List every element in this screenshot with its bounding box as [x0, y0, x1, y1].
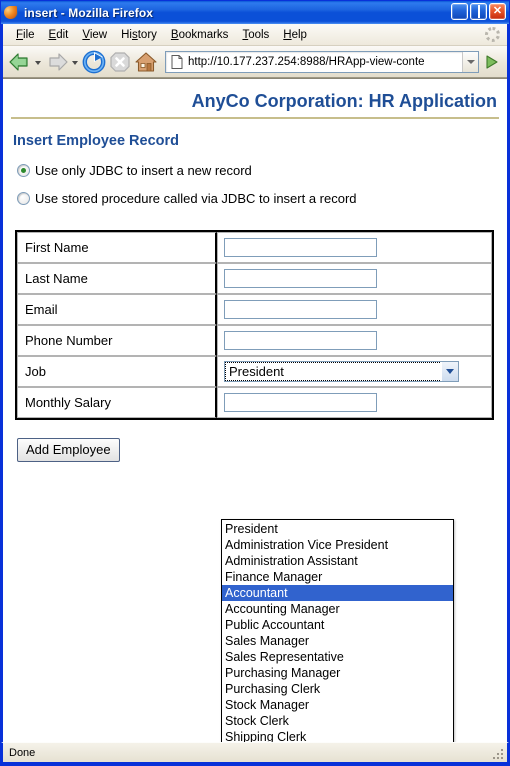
field-label-job: Job: [17, 356, 217, 387]
radio-option-jdbc-only[interactable]: Use only JDBC to insert a new record: [3, 149, 507, 178]
phone-number-input[interactable]: [224, 331, 377, 350]
job-option[interactable]: Administration Vice President: [222, 537, 453, 553]
field-cell-monthly-salary: [217, 387, 492, 418]
job-option[interactable]: Sales Representative: [222, 649, 453, 665]
field-cell-email: [217, 294, 492, 325]
stop-button[interactable]: [107, 49, 133, 75]
minimize-button[interactable]: [451, 3, 468, 20]
add-employee-button[interactable]: Add Employee: [17, 438, 120, 462]
reload-button[interactable]: [81, 49, 107, 75]
field-label-last-name: Last Name: [17, 263, 217, 294]
job-option[interactable]: Stock Manager: [222, 697, 453, 713]
monthly-salary-input[interactable]: [224, 393, 377, 412]
radio-button-stored-procedure[interactable]: [17, 192, 30, 205]
window-bottom-border: [1, 762, 509, 765]
job-option[interactable]: Sales Manager: [222, 633, 453, 649]
radio-label-stored-procedure: Use stored procedure called via JDBC to …: [35, 191, 357, 206]
home-button[interactable]: [133, 49, 159, 75]
browser-chrome: File Edit View History Bookmarks Tools H…: [1, 24, 509, 742]
field-label-monthly-salary: Monthly Salary: [17, 387, 217, 418]
table-row: First Name: [17, 232, 492, 263]
section-title: Insert Employee Record: [13, 133, 179, 149]
field-cell-job: President: [217, 356, 492, 387]
field-cell-last-name: [217, 263, 492, 294]
browser-window: insert - Mozilla Firefox ✕ File Edit Vie…: [0, 0, 510, 766]
job-option[interactable]: Shipping Clerk: [222, 729, 453, 742]
job-option[interactable]: Public Accountant: [222, 617, 453, 633]
web-page: AnyCo Corporation: HR Application Insert…: [3, 79, 507, 742]
field-label-email: Email: [17, 294, 217, 325]
firefox-logo-icon: [4, 5, 20, 21]
menu-bar: File Edit View History Bookmarks Tools H…: [3, 24, 507, 46]
close-button[interactable]: ✕: [489, 3, 506, 20]
back-button[interactable]: [7, 49, 33, 75]
job-select[interactable]: President: [224, 361, 459, 382]
maximize-button[interactable]: [470, 3, 487, 20]
window-title: insert - Mozilla Firefox: [24, 5, 154, 20]
table-row: Email: [17, 294, 492, 325]
page-viewport: AnyCo Corporation: HR Application Insert…: [3, 78, 507, 742]
email-input[interactable]: [224, 300, 377, 319]
menu-history[interactable]: History: [114, 27, 164, 43]
table-row: Job President: [17, 356, 492, 387]
forward-button[interactable]: [44, 49, 70, 75]
address-dropdown-icon[interactable]: [462, 51, 478, 72]
menu-view[interactable]: View: [75, 27, 114, 43]
employee-form-table: First Name Last Name Email Phone Number …: [15, 230, 494, 420]
chevron-down-icon[interactable]: [441, 362, 458, 381]
job-option[interactable]: President: [222, 521, 453, 537]
forward-history-dropdown-icon[interactable]: [70, 50, 81, 74]
page-icon: [169, 54, 185, 70]
title-bar: insert - Mozilla Firefox ✕: [1, 1, 509, 24]
job-option[interactable]: Accounting Manager: [222, 601, 453, 617]
page-title: AnyCo Corporation: HR Application: [191, 91, 497, 111]
go-button[interactable]: [481, 50, 503, 74]
navigation-toolbar: http://10.177.237.254:8988/HRApp-view-co…: [3, 46, 507, 78]
job-option[interactable]: Purchasing Clerk: [222, 681, 453, 697]
window-controls: ✕: [451, 3, 506, 20]
job-select-dropdown[interactable]: President Administration Vice President Ad…: [221, 519, 454, 742]
field-cell-first-name: [217, 232, 492, 263]
first-name-input[interactable]: [224, 238, 377, 257]
address-bar[interactable]: http://10.177.237.254:8988/HRApp-view-co…: [165, 50, 479, 73]
table-row: Last Name: [17, 263, 492, 294]
field-label-phone-number: Phone Number: [17, 325, 217, 356]
job-option[interactable]: Accountant: [222, 585, 453, 601]
table-row: Monthly Salary: [17, 387, 492, 418]
resize-grip-icon[interactable]: [490, 746, 504, 760]
last-name-input[interactable]: [224, 269, 377, 288]
job-option[interactable]: Purchasing Manager: [222, 665, 453, 681]
radio-label-jdbc-only: Use only JDBC to insert a new record: [35, 163, 252, 178]
table-row: Phone Number: [17, 325, 492, 356]
job-select-value[interactable]: President: [224, 361, 459, 382]
job-option[interactable]: Finance Manager: [222, 569, 453, 585]
address-bar-text[interactable]: http://10.177.237.254:8988/HRApp-view-co…: [188, 56, 462, 68]
job-option[interactable]: Stock Clerk: [222, 713, 453, 729]
throbber-icon: [485, 27, 501, 43]
menu-file[interactable]: File: [9, 27, 42, 43]
radio-option-stored-procedure[interactable]: Use stored procedure called via JDBC to …: [3, 178, 507, 206]
menu-help[interactable]: Help: [276, 27, 314, 43]
menu-bookmarks[interactable]: Bookmarks: [164, 27, 236, 43]
menu-tools[interactable]: Tools: [235, 27, 276, 43]
back-history-dropdown-icon[interactable]: [33, 50, 44, 74]
field-label-first-name: First Name: [17, 232, 217, 263]
job-option[interactable]: Administration Assistant: [222, 553, 453, 569]
menu-edit[interactable]: Edit: [42, 27, 76, 43]
radio-button-jdbc-only[interactable]: [17, 164, 30, 177]
status-bar: Done: [1, 742, 509, 762]
field-cell-phone-number: [217, 325, 492, 356]
status-text: Done: [9, 746, 36, 759]
